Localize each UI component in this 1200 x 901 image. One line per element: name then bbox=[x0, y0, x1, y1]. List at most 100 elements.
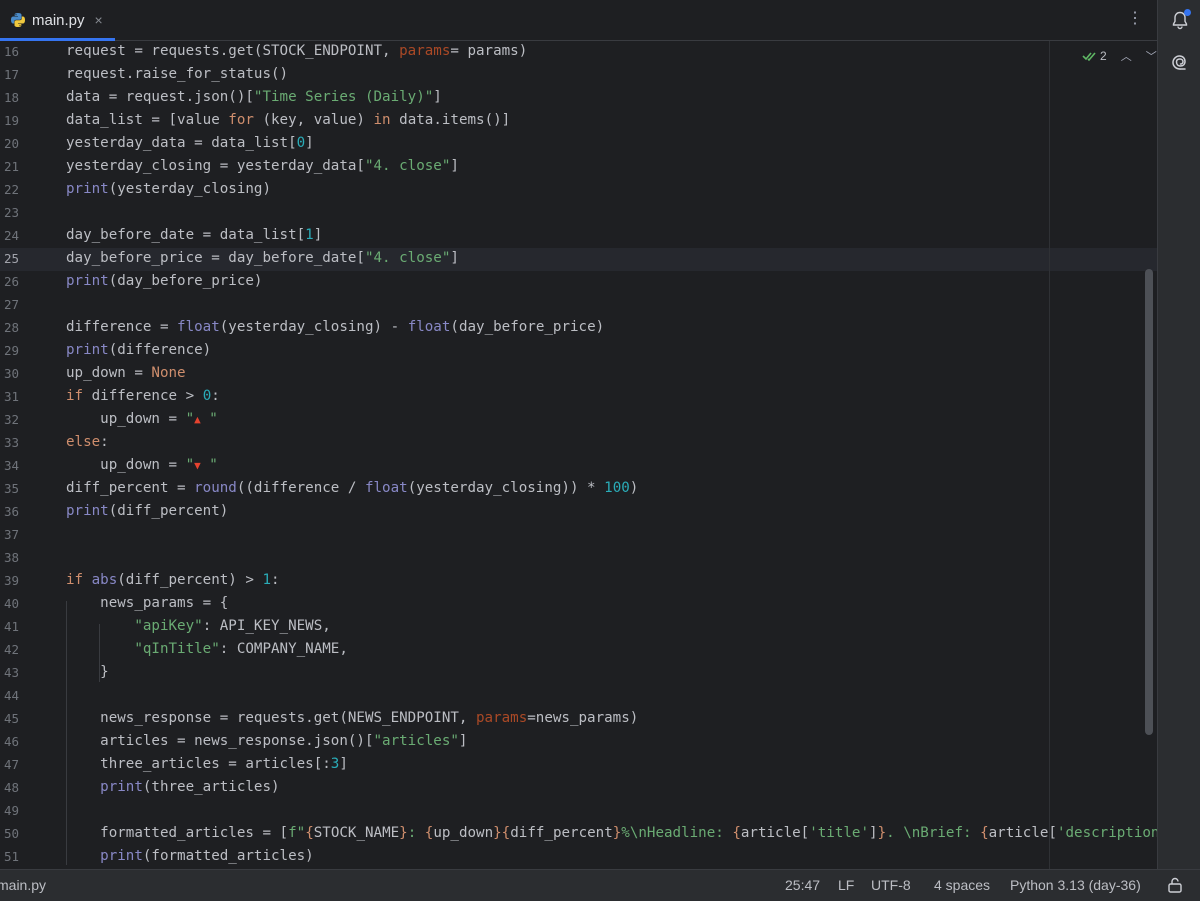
tab-main-py[interactable]: main.py × bbox=[0, 0, 115, 41]
code-token: day_before_price = day_before_date[ bbox=[66, 250, 365, 266]
line-number[interactable]: 19 bbox=[0, 109, 19, 132]
code-token: three_articles = articles[: bbox=[66, 756, 331, 772]
code-line[interactable]: print(yesterday_closing) bbox=[66, 178, 271, 201]
notifications-bell-icon[interactable] bbox=[1169, 9, 1191, 31]
code-token: : bbox=[100, 434, 109, 450]
line-number[interactable]: 24 bbox=[0, 224, 19, 247]
code-token: data = request.json()[ bbox=[66, 89, 254, 105]
line-number[interactable]: 35 bbox=[0, 477, 19, 500]
code-line[interactable]: if difference > 0: bbox=[66, 385, 220, 408]
line-number[interactable]: 37 bbox=[0, 523, 19, 546]
previous-highlight-chevron-up-icon[interactable]: ︿ bbox=[1121, 48, 1132, 64]
line-number[interactable]: 34 bbox=[0, 454, 19, 477]
code-line[interactable]: difference = float(yesterday_closing) - … bbox=[66, 316, 604, 339]
code-line[interactable]: if abs(diff_percent) > 1: bbox=[66, 569, 280, 592]
line-number[interactable]: 29 bbox=[0, 339, 19, 362]
code-line[interactable]: data = request.json()["Time Series (Dail… bbox=[66, 86, 442, 109]
code-line[interactable]: else: bbox=[66, 431, 109, 454]
code-line[interactable]: request = requests.get(STOCK_ENDPOINT, p… bbox=[66, 41, 527, 63]
line-number[interactable]: 16 bbox=[0, 41, 19, 63]
code-line[interactable]: articles = news_response.json()["article… bbox=[66, 730, 467, 753]
code-line[interactable]: request.raise_for_status() bbox=[66, 63, 288, 86]
ai-assistant-spiral-icon[interactable] bbox=[1169, 51, 1191, 73]
line-number[interactable]: 39 bbox=[0, 569, 19, 592]
line-number[interactable]: 42 bbox=[0, 638, 19, 661]
code-line[interactable]: } bbox=[66, 661, 109, 684]
python-interpreter[interactable]: Python 3.13 (day-36) bbox=[1010, 877, 1141, 893]
code-line[interactable]: print(difference) bbox=[66, 339, 211, 362]
inspection-widget[interactable]: 2 ︿ ﹀ bbox=[1082, 48, 1157, 64]
code-line[interactable]: news_response = requests.get(NEWS_ENDPOI… bbox=[66, 707, 638, 730]
code-line[interactable]: "apiKey": API_KEY_NEWS, bbox=[66, 615, 330, 638]
code-line[interactable]: print(formatted_articles) bbox=[66, 845, 314, 868]
line-number[interactable]: 44 bbox=[0, 684, 19, 707]
code-line[interactable]: print(three_articles) bbox=[66, 776, 279, 799]
code-line[interactable]: day_before_date = data_list[1] bbox=[66, 224, 322, 247]
line-number[interactable]: 48 bbox=[0, 776, 19, 799]
code-area[interactable]: request = requests.get(STOCK_ENDPOINT, p… bbox=[66, 41, 1157, 869]
line-number[interactable]: 22 bbox=[0, 178, 19, 201]
line-number[interactable]: 45 bbox=[0, 707, 19, 730]
line-number[interactable]: 20 bbox=[0, 132, 19, 155]
code-token: } bbox=[399, 825, 408, 841]
line-number[interactable]: 49 bbox=[0, 799, 19, 822]
line-number[interactable]: 21 bbox=[0, 155, 19, 178]
line-number[interactable]: 36 bbox=[0, 500, 19, 523]
line-number[interactable]: 26 bbox=[0, 270, 19, 293]
code-token: =news_params) bbox=[527, 710, 639, 726]
vertical-scrollbar[interactable] bbox=[1145, 269, 1153, 735]
more-options-icon[interactable]: ⋮ bbox=[1127, 10, 1143, 28]
line-number[interactable]: 41 bbox=[0, 615, 19, 638]
code-token: STOCK_NAME bbox=[313, 825, 400, 841]
status-breadcrumb-file[interactable]: main.py bbox=[0, 877, 46, 893]
code-line[interactable]: diff_percent = round((difference / float… bbox=[66, 477, 638, 500]
line-number[interactable]: 40 bbox=[0, 592, 19, 615]
line-number[interactable]: 46 bbox=[0, 730, 19, 753]
code-token: "apiKey" bbox=[134, 618, 203, 634]
line-number[interactable]: 27 bbox=[0, 293, 19, 316]
code-line[interactable]: "qInTitle": COMPANY_NAME, bbox=[66, 638, 348, 661]
line-number[interactable]: 47 bbox=[0, 753, 19, 776]
close-icon[interactable]: × bbox=[95, 12, 103, 28]
code-line[interactable]: formatted_articles = [f"{STOCK_NAME}: {u… bbox=[66, 822, 1157, 845]
code-token: yesterday_data = data_list[ bbox=[66, 135, 297, 151]
file-encoding[interactable]: UTF-8 bbox=[871, 877, 911, 893]
line-number[interactable]: 17 bbox=[0, 63, 19, 86]
code-line[interactable]: print(diff_percent) bbox=[66, 500, 228, 523]
line-number[interactable]: 28 bbox=[0, 316, 19, 339]
line-number[interactable]: 32 bbox=[0, 408, 19, 431]
line-number[interactable]: 38 bbox=[0, 546, 19, 569]
code-line[interactable]: day_before_price = day_before_date["4. c… bbox=[66, 247, 459, 270]
code-line[interactable]: data_list = [value for (key, value) in d… bbox=[66, 109, 510, 132]
next-highlight-chevron-down-icon[interactable]: ﹀ bbox=[1146, 48, 1157, 64]
code-line[interactable]: print(day_before_price) bbox=[66, 270, 262, 293]
code-line[interactable]: news_params = { bbox=[66, 592, 228, 615]
line-separator[interactable]: LF bbox=[838, 877, 854, 893]
line-number[interactable]: 23 bbox=[0, 201, 19, 224]
code-line[interactable]: three_articles = articles[:3] bbox=[66, 753, 348, 776]
code-token: " bbox=[185, 457, 195, 473]
line-number[interactable]: 31 bbox=[0, 385, 19, 408]
code-line[interactable]: yesterday_closing = yesterday_data["4. c… bbox=[66, 155, 459, 178]
line-number[interactable]: 30 bbox=[0, 362, 19, 385]
code-line[interactable]: up_down = None bbox=[66, 362, 186, 385]
line-number[interactable]: 25 bbox=[0, 247, 19, 270]
line-number[interactable]: 51 bbox=[0, 845, 19, 868]
caret-position[interactable]: 25:47 bbox=[785, 877, 820, 893]
code-token: : bbox=[271, 572, 280, 588]
unlocked-file-icon[interactable] bbox=[1167, 876, 1183, 897]
code-token: ((difference / bbox=[236, 480, 365, 496]
line-number[interactable]: 43 bbox=[0, 661, 19, 684]
code-token: : COMPANY_NAME, bbox=[219, 641, 348, 657]
line-number[interactable]: 18 bbox=[0, 86, 19, 109]
indent-setting[interactable]: 4 spaces bbox=[934, 877, 990, 893]
code-editor[interactable]: 16 17 18 19 20 21 22 23 24 25 26 27 28 29 30 31 32 33 34 35… bbox=[0, 41, 1157, 869]
code-line[interactable]: up_down = "▼ " bbox=[66, 454, 218, 477]
line-number[interactable]: 50 bbox=[0, 822, 19, 845]
code-line[interactable]: yesterday_data = data_list[0] bbox=[66, 132, 314, 155]
code-line[interactable]: up_down = "▲ " bbox=[66, 408, 218, 431]
line-number-gutter[interactable]: 16 17 18 19 20 21 22 23 24 25 26 27 28 29 30 31 32 33 34 35… bbox=[0, 41, 56, 869]
line-number[interactable]: 33 bbox=[0, 431, 19, 454]
